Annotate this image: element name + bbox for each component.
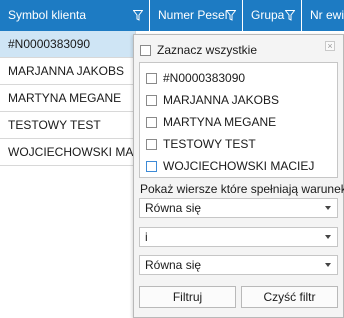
list-item[interactable]: MARTYNA MEGANE — [146, 111, 276, 133]
list-item-label: TESTOWY TEST — [163, 137, 256, 151]
column-header-symbol-klienta[interactable]: Symbol klienta — [0, 0, 150, 31]
column-header-label: Grupa — [251, 8, 285, 22]
logic-select-value: i — [145, 230, 148, 244]
cell-symbol-klienta: MARJANNA JAKOBS — [8, 64, 125, 78]
table-row[interactable]: MARJANNA JAKOBS — [0, 58, 136, 85]
list-item-label: WOJCIECHOWSKI MACIEJ — [163, 159, 315, 173]
close-icon[interactable]: × — [325, 41, 335, 51]
list-item-label: MARTYNA MEGANE — [163, 115, 277, 129]
column-filter-popup: × Zaznacz wszystkie #N0000383090 MARJANN… — [133, 34, 344, 318]
column-header-numer-pesel[interactable]: Numer Pesel — [150, 0, 243, 31]
operator-select-value: Równa się — [145, 201, 202, 215]
column-header-grupa[interactable]: Grupa — [243, 0, 302, 31]
list-item[interactable]: TESTOWY TEST — [146, 133, 256, 155]
condition-label: Pokaż wiersze które spełniają warunek — [140, 182, 344, 196]
cell-symbol-klienta: TESTOWY TEST — [8, 118, 101, 132]
chevron-down-icon — [325, 235, 331, 239]
column-header-label: Nr ewid — [310, 8, 344, 22]
column-header-label: Symbol klienta — [8, 8, 87, 22]
checkbox-box[interactable] — [146, 73, 157, 84]
checkbox-box[interactable] — [140, 45, 151, 56]
table-row[interactable]: #N0000383090 — [0, 31, 136, 58]
checkbox-box[interactable] — [146, 139, 157, 150]
logic-select[interactable]: i — [139, 227, 338, 247]
checkbox-box[interactable] — [146, 117, 157, 128]
funnel-icon[interactable] — [285, 10, 295, 21]
list-item-label: MARJANNA JAKOBS — [163, 93, 280, 107]
cell-symbol-klienta: #N0000383090 — [8, 37, 91, 51]
operator-select-2[interactable]: Równa się — [139, 255, 338, 275]
checkbox-box[interactable] — [146, 161, 157, 172]
select-all-checkbox[interactable]: Zaznacz wszystkie — [140, 42, 320, 58]
list-item[interactable]: MARJANNA JAKOBS — [146, 89, 279, 111]
filter-values-list: #N0000383090 MARJANNA JAKOBS MARTYNA MEG… — [139, 62, 338, 178]
checkbox-box[interactable] — [146, 95, 157, 106]
grid-header: Symbol klienta Numer Pesel Grupa Nr ewid — [0, 0, 344, 31]
list-item-label: #N0000383090 — [163, 71, 246, 85]
filter-button[interactable]: Filtruj — [139, 286, 236, 308]
column-header-label: Numer Pesel — [158, 8, 228, 22]
table-row[interactable]: TESTOWY TEST — [0, 112, 136, 139]
funnel-icon[interactable] — [226, 10, 236, 21]
cell-symbol-klienta: MARTYNA MEGANE — [8, 91, 122, 105]
list-item[interactable]: #N0000383090 — [146, 67, 245, 89]
list-item[interactable]: WOJCIECHOWSKI MACIEJ — [146, 155, 314, 177]
chevron-down-icon — [325, 206, 331, 210]
clear-filter-button[interactable]: Czyść filtr — [241, 286, 338, 308]
table-row[interactable]: MARTYNA MEGANE — [0, 85, 136, 112]
column-header-nr-ewid[interactable]: Nr ewid — [302, 0, 344, 31]
operator-select-1[interactable]: Równa się — [139, 198, 338, 218]
funnel-icon[interactable] — [133, 10, 143, 21]
table-row[interactable]: WOJCIECHOWSKI MACIEJ — [0, 139, 136, 166]
operator-select-value: Równa się — [145, 258, 202, 272]
chevron-down-icon — [325, 263, 331, 267]
cell-symbol-klienta: WOJCIECHOWSKI MACIEJ — [8, 145, 135, 159]
select-all-label: Zaznacz wszystkie — [157, 43, 258, 57]
